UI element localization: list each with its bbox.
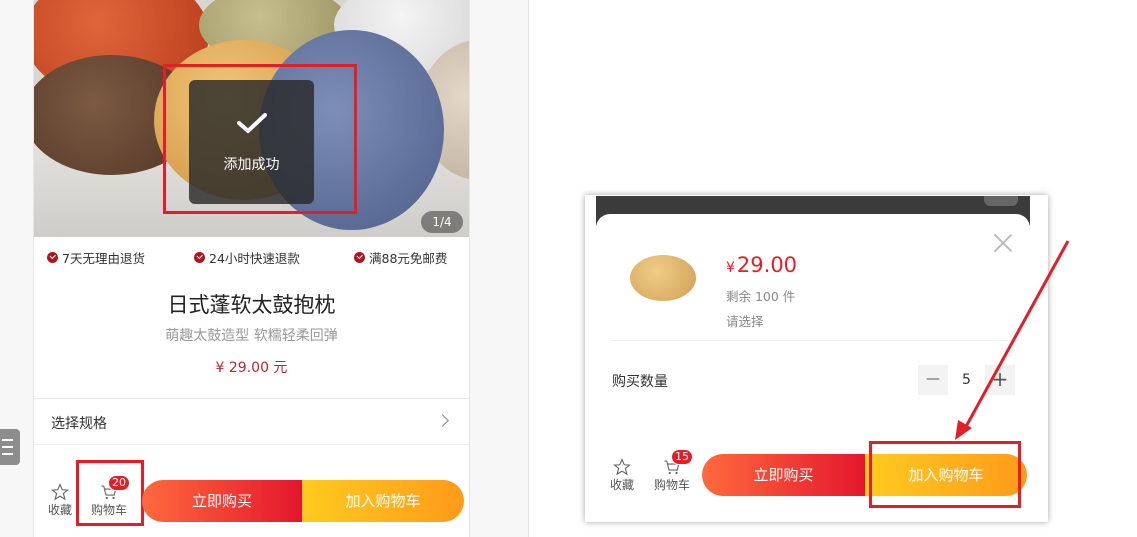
- page: 添加成功 1/4 7天无理由退货 24小时快速退款 满88元免邮费 日式蓬软太鼓…: [0, 0, 1137, 537]
- quantity-label: 购买数量: [612, 374, 668, 390]
- guarantee-item: 24小时快速退款: [194, 248, 300, 267]
- increase-button[interactable]: +: [985, 365, 1015, 395]
- check-circle-icon: [354, 252, 365, 263]
- modal-buy-now-button[interactable]: 立即购买: [702, 454, 865, 496]
- highlight-box-cart: [76, 460, 144, 526]
- star-icon: [51, 483, 69, 501]
- highlight-box-toast: [163, 64, 357, 214]
- modal-favorite-button[interactable]: 收藏: [606, 458, 638, 493]
- check-circle-icon: [194, 252, 205, 263]
- favorite-label: 收藏: [609, 478, 634, 492]
- menu-icon[interactable]: [0, 429, 20, 465]
- guarantee-bar: 7天无理由退货 24小时快速退款 满88元免邮费: [34, 240, 469, 272]
- chevron-right-icon: [436, 414, 449, 427]
- highlight-box-add-to-cart: [869, 441, 1021, 508]
- decrease-button[interactable]: —: [918, 365, 948, 395]
- product-subtitle: 萌趣太鼓造型 软糯轻柔回弹: [165, 328, 338, 344]
- divider: [611, 340, 1014, 341]
- cart-count-badge: 15: [671, 449, 693, 465]
- star-icon: [613, 458, 631, 476]
- add-to-cart-button[interactable]: 加入购物车: [302, 480, 464, 522]
- modal-price: ¥29.00: [726, 253, 798, 277]
- modal-choose-hint: 请选择: [726, 314, 764, 329]
- favorite-button[interactable]: 收藏: [44, 483, 76, 518]
- select-spec-row[interactable]: 选择规格: [34, 399, 469, 445]
- close-icon[interactable]: [993, 233, 1013, 253]
- check-circle-icon: [47, 252, 58, 263]
- guarantee-item: 满88元免邮费: [354, 248, 447, 267]
- panel-divider: [528, 0, 529, 537]
- product-thumbnail: [630, 255, 696, 301]
- favorite-label: 收藏: [47, 503, 72, 517]
- modal-stock: 剩余 100 件: [726, 289, 796, 304]
- image-pager: 1/4: [421, 211, 463, 233]
- guarantee-item: 7天无理由退货: [47, 248, 145, 267]
- product-title: 日式蓬软太鼓抱枕: [167, 293, 336, 317]
- quantity-value[interactable]: 5: [950, 365, 983, 395]
- cart-label: 购物车: [653, 478, 690, 492]
- quantity-stepper: — 5 +: [918, 365, 1015, 395]
- product-price: ¥ 29.00 元: [215, 360, 288, 376]
- buy-now-button[interactable]: 立即购买: [142, 480, 302, 522]
- spec-label: 选择规格: [51, 416, 107, 432]
